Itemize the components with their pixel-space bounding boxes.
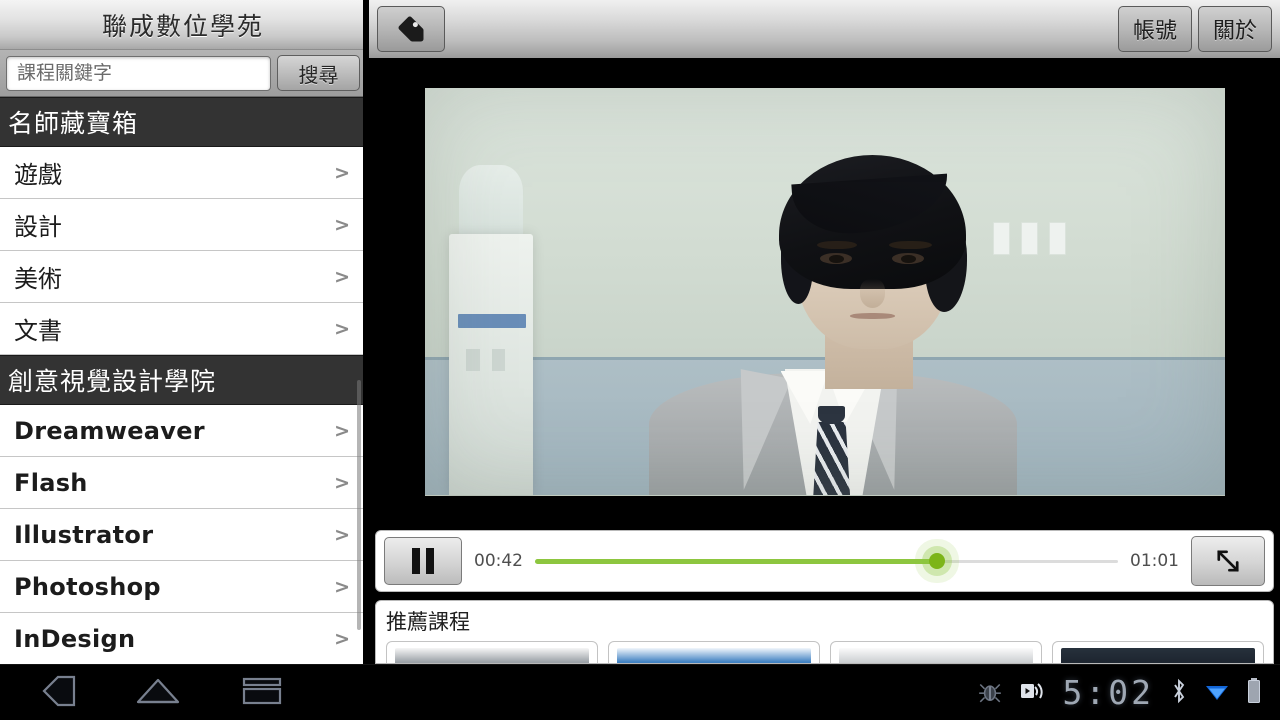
video-person-tie-knot bbox=[818, 405, 846, 425]
media-player-controls: 00:42 01:01 bbox=[375, 530, 1274, 592]
fullscreen-icon bbox=[1217, 550, 1239, 572]
sidebar: 聯成數位學苑 搜尋 名師藏寶箱 遊戲 > 設計 > 美術 > 文書 > 創意視覺… bbox=[0, 0, 366, 664]
pause-icon-bar bbox=[426, 548, 434, 574]
account-button[interactable]: 帳號 bbox=[1118, 6, 1192, 52]
app-title-bar: 聯成數位學苑 bbox=[0, 0, 363, 50]
course-thumbnail bbox=[617, 648, 811, 663]
wifi-icon bbox=[1204, 679, 1230, 707]
seek-fill bbox=[535, 558, 938, 564]
chevron-right-icon: > bbox=[334, 419, 350, 442]
course-thumbnail bbox=[395, 648, 589, 663]
video-cooler-tap bbox=[466, 348, 480, 372]
sidebar-item-label: Illustrator bbox=[14, 520, 154, 549]
sidebar-item-games[interactable]: 遊戲 > bbox=[0, 147, 363, 199]
sidebar-item-photoshop[interactable]: Photoshop > bbox=[0, 561, 363, 613]
course-card[interactable] bbox=[386, 641, 598, 663]
chevron-right-icon: > bbox=[334, 523, 350, 546]
video-stage[interactable] bbox=[369, 60, 1280, 523]
pause-icon-bar bbox=[412, 548, 420, 574]
course-thumbnail bbox=[1061, 648, 1255, 663]
android-system-bar: 5:02 bbox=[0, 664, 1280, 720]
sidebar-item-label: Photoshop bbox=[14, 572, 161, 601]
screen-cast-icon bbox=[1019, 679, 1047, 707]
video-wall-switch bbox=[992, 222, 1011, 255]
android-navigation-keys bbox=[0, 674, 288, 712]
page-title: 聯成數位學苑 bbox=[101, 11, 264, 41]
sidebar-item-label: 遊戲 bbox=[14, 161, 62, 189]
current-time-label: 00:42 bbox=[474, 551, 523, 571]
home-icon[interactable] bbox=[132, 674, 184, 712]
video-wall-switch bbox=[1048, 222, 1067, 255]
recommended-courses-panel: 推薦課程 bbox=[375, 600, 1274, 664]
course-thumbnail bbox=[839, 648, 1033, 663]
usb-debug-icon bbox=[977, 678, 1003, 708]
section-header-masters: 名師藏寶箱 bbox=[0, 97, 363, 147]
course-card[interactable] bbox=[608, 641, 820, 663]
recent-apps-icon[interactable] bbox=[236, 674, 288, 712]
status-clock: 5:02 bbox=[1062, 673, 1154, 712]
total-time-label: 01:01 bbox=[1130, 551, 1179, 571]
sidebar-item-design[interactable]: 設計 > bbox=[0, 199, 363, 251]
sidebar-item-art[interactable]: 美術 > bbox=[0, 251, 363, 303]
course-card[interactable] bbox=[1052, 641, 1264, 663]
battery-icon bbox=[1246, 677, 1262, 709]
sidebar-item-label: 文書 bbox=[14, 317, 62, 345]
top-toolbar-actions: 帳號 關於 bbox=[1118, 6, 1272, 52]
video-person-pupil bbox=[828, 254, 844, 264]
sidebar-item-flash[interactable]: Flash > bbox=[0, 457, 363, 509]
video-cooler-tap bbox=[491, 348, 506, 372]
section-header-label: 名師藏寶箱 bbox=[8, 109, 139, 138]
sidebar-item-indesign[interactable]: InDesign > bbox=[0, 613, 363, 664]
seek-bar[interactable] bbox=[535, 541, 1118, 581]
video-cooler-label bbox=[458, 313, 527, 328]
android-status-icons: 5:02 bbox=[977, 673, 1280, 712]
sidebar-item-label: Flash bbox=[14, 468, 88, 497]
chevron-right-icon: > bbox=[334, 471, 350, 494]
video-person-nose bbox=[859, 279, 886, 308]
sidebar-item-documents[interactable]: 文書 > bbox=[0, 303, 363, 355]
section-header-label: 創意視覺設計學院 bbox=[8, 367, 217, 396]
video-person-tie bbox=[813, 422, 851, 496]
chevron-right-icon: > bbox=[334, 161, 350, 184]
pause-button[interactable] bbox=[384, 537, 462, 585]
video-wall-switch bbox=[1020, 222, 1039, 255]
back-icon[interactable] bbox=[28, 674, 80, 712]
course-card[interactable] bbox=[830, 641, 1042, 663]
bluetooth-icon bbox=[1170, 677, 1188, 709]
video-water-cooler bbox=[448, 234, 533, 496]
recommended-courses-title: 推薦課程 bbox=[386, 610, 470, 634]
sidebar-item-illustrator[interactable]: Illustrator > bbox=[0, 509, 363, 561]
search-button[interactable]: 搜尋 bbox=[277, 55, 360, 91]
about-button[interactable]: 關於 bbox=[1198, 6, 1272, 52]
sidebar-item-label: Dreamweaver bbox=[14, 416, 205, 445]
chevron-right-icon: > bbox=[334, 265, 350, 288]
tag-button[interactable] bbox=[377, 6, 445, 52]
fullscreen-button[interactable] bbox=[1191, 536, 1265, 586]
chevron-right-icon: > bbox=[334, 213, 350, 236]
tag-icon bbox=[398, 16, 424, 42]
seek-thumb[interactable] bbox=[929, 553, 946, 569]
recommended-courses-list bbox=[386, 641, 1267, 663]
video-person-pupil bbox=[900, 254, 916, 264]
section-header-visual-design: 創意視覺設計學院 bbox=[0, 355, 363, 405]
top-toolbar: 帳號 關於 bbox=[369, 0, 1280, 60]
app-root: 聯成數位學苑 搜尋 名師藏寶箱 遊戲 > 設計 > 美術 > 文書 > 創意視覺… bbox=[0, 0, 1280, 720]
sidebar-item-label: InDesign bbox=[14, 624, 136, 653]
sidebar-item-label: 美術 bbox=[14, 265, 62, 293]
content-panel: 帳號 關於 00:42 01:01 推薦課程 bbox=[369, 0, 1280, 664]
sidebar-scrollbar[interactable] bbox=[357, 380, 361, 630]
chevron-right-icon: > bbox=[334, 317, 350, 340]
chevron-right-icon: > bbox=[334, 627, 350, 650]
video-person-mouth bbox=[850, 312, 895, 319]
chevron-right-icon: > bbox=[334, 575, 350, 598]
sidebar-item-dreamweaver[interactable]: Dreamweaver > bbox=[0, 405, 363, 457]
sidebar-item-label: 設計 bbox=[14, 213, 62, 241]
video-water-bottle bbox=[458, 165, 523, 243]
search-input[interactable] bbox=[6, 55, 271, 91]
search-bar: 搜尋 bbox=[0, 50, 363, 97]
video-frame[interactable] bbox=[424, 87, 1225, 496]
